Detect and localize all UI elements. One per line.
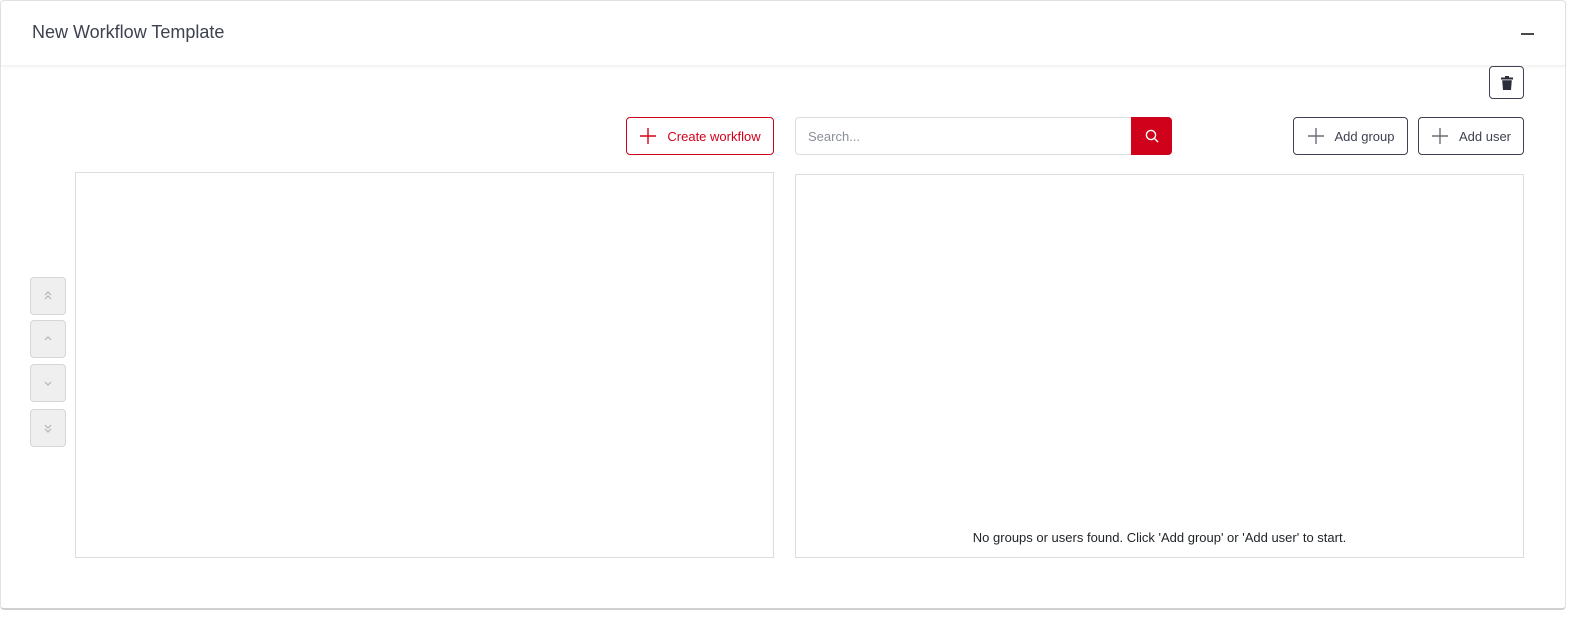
search-icon (1145, 129, 1158, 143)
search-bar (795, 117, 1172, 155)
add-user-label: Add user (1458, 128, 1512, 144)
add-group-label: Add group (1334, 128, 1395, 144)
empty-message: No groups or users found. Click 'Add gro… (972, 530, 1347, 545)
workflow-list (75, 172, 774, 558)
create-workflow-label: Create workflow (667, 128, 761, 144)
plus-icon (640, 128, 657, 144)
create-workflow-button[interactable]: Create workflow (626, 117, 774, 155)
trash-icon (1500, 75, 1513, 90)
collapse-button[interactable] (1519, 22, 1537, 44)
chevron-up-icon (44, 336, 52, 341)
plus-icon (1307, 128, 1324, 144)
move-to-bottom-button[interactable] (30, 409, 66, 447)
members-list: No groups or users found. Click 'Add gro… (795, 174, 1524, 558)
add-user-button[interactable]: Add user (1418, 117, 1524, 155)
plus-icon (1431, 128, 1448, 144)
search-input[interactable] (795, 117, 1132, 155)
chevron-down-icon (44, 381, 52, 386)
delete-button[interactable] (1489, 66, 1524, 99)
search-button[interactable] (1131, 117, 1172, 155)
panel-header: New Workflow Template (1, 1, 1565, 66)
double-chevron-down-icon (44, 424, 52, 433)
double-chevron-up-icon (44, 291, 52, 300)
add-group-button[interactable]: Add group (1293, 117, 1408, 155)
move-to-top-button[interactable] (30, 277, 66, 315)
page-title: New Workflow Template (32, 22, 225, 42)
move-down-button[interactable] (30, 364, 66, 402)
move-up-button[interactable] (30, 320, 66, 358)
